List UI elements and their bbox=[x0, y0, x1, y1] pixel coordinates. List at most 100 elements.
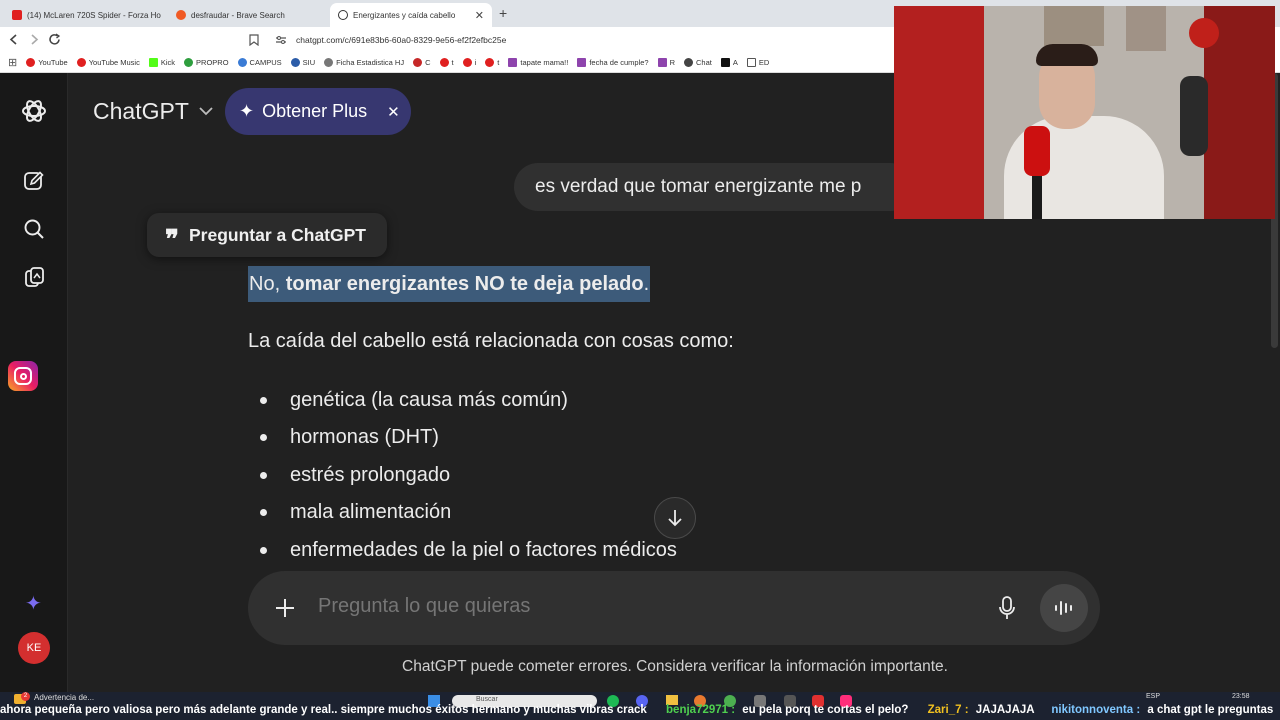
bookmark-item[interactable]: CAMPUS bbox=[237, 57, 282, 67]
wall-frame bbox=[1126, 6, 1166, 51]
language-indicator[interactable]: ESP bbox=[1146, 693, 1160, 700]
notification-text[interactable]: Advertencia de... bbox=[34, 693, 94, 702]
voice-mode-button[interactable] bbox=[1040, 584, 1088, 632]
browser-tab-chatgpt[interactable]: Energizantes y caída cabello ✕ bbox=[330, 3, 492, 27]
page-title: ChatGPT bbox=[93, 98, 189, 124]
assistant-answer: No, tomar energizantes NO te deja pelado… bbox=[248, 266, 734, 561]
campus-icon bbox=[237, 57, 247, 67]
forward-icon[interactable] bbox=[29, 34, 39, 45]
person-hair bbox=[1036, 44, 1098, 66]
chatgpt-icon bbox=[338, 10, 348, 20]
ask-chatgpt-popup[interactable]: ❞ Preguntar a ChatGPT bbox=[147, 213, 387, 257]
close-tab-icon[interactable]: ✕ bbox=[475, 9, 484, 22]
bookmark-label: t bbox=[497, 57, 500, 67]
bookmark-label: CAMPUS bbox=[249, 57, 282, 67]
list-item-text: mala alimentación bbox=[290, 501, 452, 523]
ticker-username: nikitonnoventa : bbox=[1051, 704, 1141, 716]
tab-title: (14) McLaren 720S Spider - Forza Ho bbox=[27, 10, 161, 20]
answer-suffix: . bbox=[643, 273, 650, 295]
sparkle-plus-icon[interactable]: ✦ bbox=[25, 591, 42, 616]
notification-badge: 2 bbox=[21, 692, 30, 701]
bookmark-item[interactable]: Ficha Estadistica HJ bbox=[324, 57, 405, 67]
ticker-message: ahora pequeña pero valiosa pero más adel… bbox=[0, 704, 647, 716]
bookmark-item[interactable]: ED bbox=[746, 57, 769, 67]
bookmark-label: SIU bbox=[302, 57, 316, 67]
browser-tab-youtube[interactable]: (14) McLaren 720S Spider - Forza Ho bbox=[4, 3, 166, 27]
library-icon[interactable] bbox=[21, 264, 47, 290]
bookmark-item[interactable]: t bbox=[485, 57, 500, 67]
bookmark-label: fecha de cumple? bbox=[589, 57, 649, 67]
bookmark-item[interactable]: C bbox=[413, 57, 431, 67]
quote-icon: ❞ bbox=[165, 224, 179, 254]
bookmark-item[interactable]: R bbox=[657, 57, 675, 67]
propro-icon bbox=[184, 57, 194, 67]
url-text[interactable]: chatgpt.com/c/691e83b6-60a0-8329-9e56-ef… bbox=[296, 35, 506, 45]
get-plus-button[interactable]: ✦ Obtener Plus ✕ bbox=[225, 88, 411, 135]
back-icon[interactable] bbox=[9, 34, 19, 45]
get-plus-label: Obtener Plus bbox=[262, 101, 368, 121]
bookmark-item[interactable]: YouTube bbox=[26, 57, 68, 67]
wall-frame bbox=[1044, 6, 1104, 46]
bookmark-item[interactable]: PROPRO bbox=[184, 57, 229, 67]
browser-tab-search[interactable]: desfraudar - Brave Search bbox=[168, 3, 328, 27]
poster-left bbox=[894, 6, 984, 219]
list-item: enfermedades de la piel o factores médic… bbox=[260, 539, 677, 562]
folder-icon bbox=[746, 57, 756, 67]
bookmark-label: A bbox=[732, 57, 738, 67]
microphone-icon[interactable] bbox=[999, 596, 1015, 620]
bookmark-site-icon bbox=[413, 57, 423, 67]
bookmark-item[interactable]: YouTube Music bbox=[76, 57, 140, 67]
siu-icon bbox=[290, 57, 300, 67]
new-tab-icon[interactable]: + bbox=[499, 5, 507, 21]
prompt-input[interactable] bbox=[318, 595, 978, 618]
bookmark-item[interactable]: fecha de cumple? bbox=[577, 57, 649, 67]
reload-icon[interactable] bbox=[48, 33, 61, 46]
search-icon[interactable] bbox=[21, 216, 47, 242]
brave-icon bbox=[176, 10, 186, 20]
sparkle-icon: ✦ bbox=[239, 101, 255, 121]
answer-prefix: No, bbox=[249, 273, 286, 295]
tab-title: Energizantes y caída cabello bbox=[353, 10, 456, 20]
microphone-red bbox=[1024, 126, 1050, 176]
bookmark-icon[interactable] bbox=[249, 34, 259, 46]
ticker-message: a chat gpt le preguntas bbox=[1147, 704, 1274, 716]
bookmark-label: Kick bbox=[160, 57, 176, 67]
chatgpt-logo-icon[interactable] bbox=[20, 97, 48, 125]
model-selector[interactable]: ChatGPT bbox=[93, 98, 213, 125]
ticker-message: eu pela porq te cortas el pelo? bbox=[742, 704, 909, 716]
list-item: estrés prolongado bbox=[260, 464, 450, 487]
bookmark-item[interactable]: i bbox=[462, 57, 476, 67]
answer-intro: La caída del cabello está relacionada co… bbox=[248, 330, 734, 352]
list-item-text: enfermedades de la piel o factores médic… bbox=[290, 539, 677, 561]
ask-chatgpt-label: Preguntar a ChatGPT bbox=[189, 224, 366, 245]
mic-stand bbox=[1032, 176, 1042, 219]
bookmark-label: Ficha Estadistica HJ bbox=[336, 57, 405, 67]
scroll-down-button[interactable] bbox=[654, 497, 696, 539]
bookmark-item[interactable]: Chat bbox=[683, 57, 712, 67]
bookmark-item[interactable]: SIU bbox=[290, 57, 316, 67]
chevron-down-icon bbox=[199, 107, 213, 116]
plus-icon[interactable] bbox=[275, 598, 295, 618]
ticker-message: JAJAJAJA bbox=[975, 704, 1035, 716]
youtube-icon bbox=[462, 57, 472, 67]
twitch-icon bbox=[657, 57, 667, 67]
boxing-glove bbox=[1189, 18, 1219, 48]
youtube-icon bbox=[439, 57, 449, 67]
close-icon[interactable]: ✕ bbox=[387, 103, 400, 121]
site-settings-icon[interactable] bbox=[275, 35, 287, 45]
list-item-text: genética (la causa más común) bbox=[290, 389, 568, 411]
youtube-icon bbox=[485, 57, 495, 67]
list-item: genética (la causa más común) bbox=[260, 389, 568, 412]
bookmark-item[interactable]: tapate mama!! bbox=[508, 57, 568, 67]
bookmark-label: YouTube Music bbox=[88, 57, 140, 67]
youtube-icon bbox=[12, 10, 22, 20]
clock-time[interactable]: 23:58 bbox=[1232, 693, 1250, 700]
bookmark-item[interactable]: Kick bbox=[148, 57, 176, 67]
bookmark-item[interactable]: A bbox=[720, 57, 738, 67]
twitch-icon bbox=[508, 57, 518, 67]
bookmark-label: PROPRO bbox=[196, 57, 229, 67]
apps-grid-icon[interactable]: ⊞ bbox=[8, 56, 17, 69]
bookmark-label: R bbox=[669, 57, 675, 67]
new-chat-icon[interactable] bbox=[21, 168, 47, 194]
bookmark-item[interactable]: t bbox=[439, 57, 454, 67]
